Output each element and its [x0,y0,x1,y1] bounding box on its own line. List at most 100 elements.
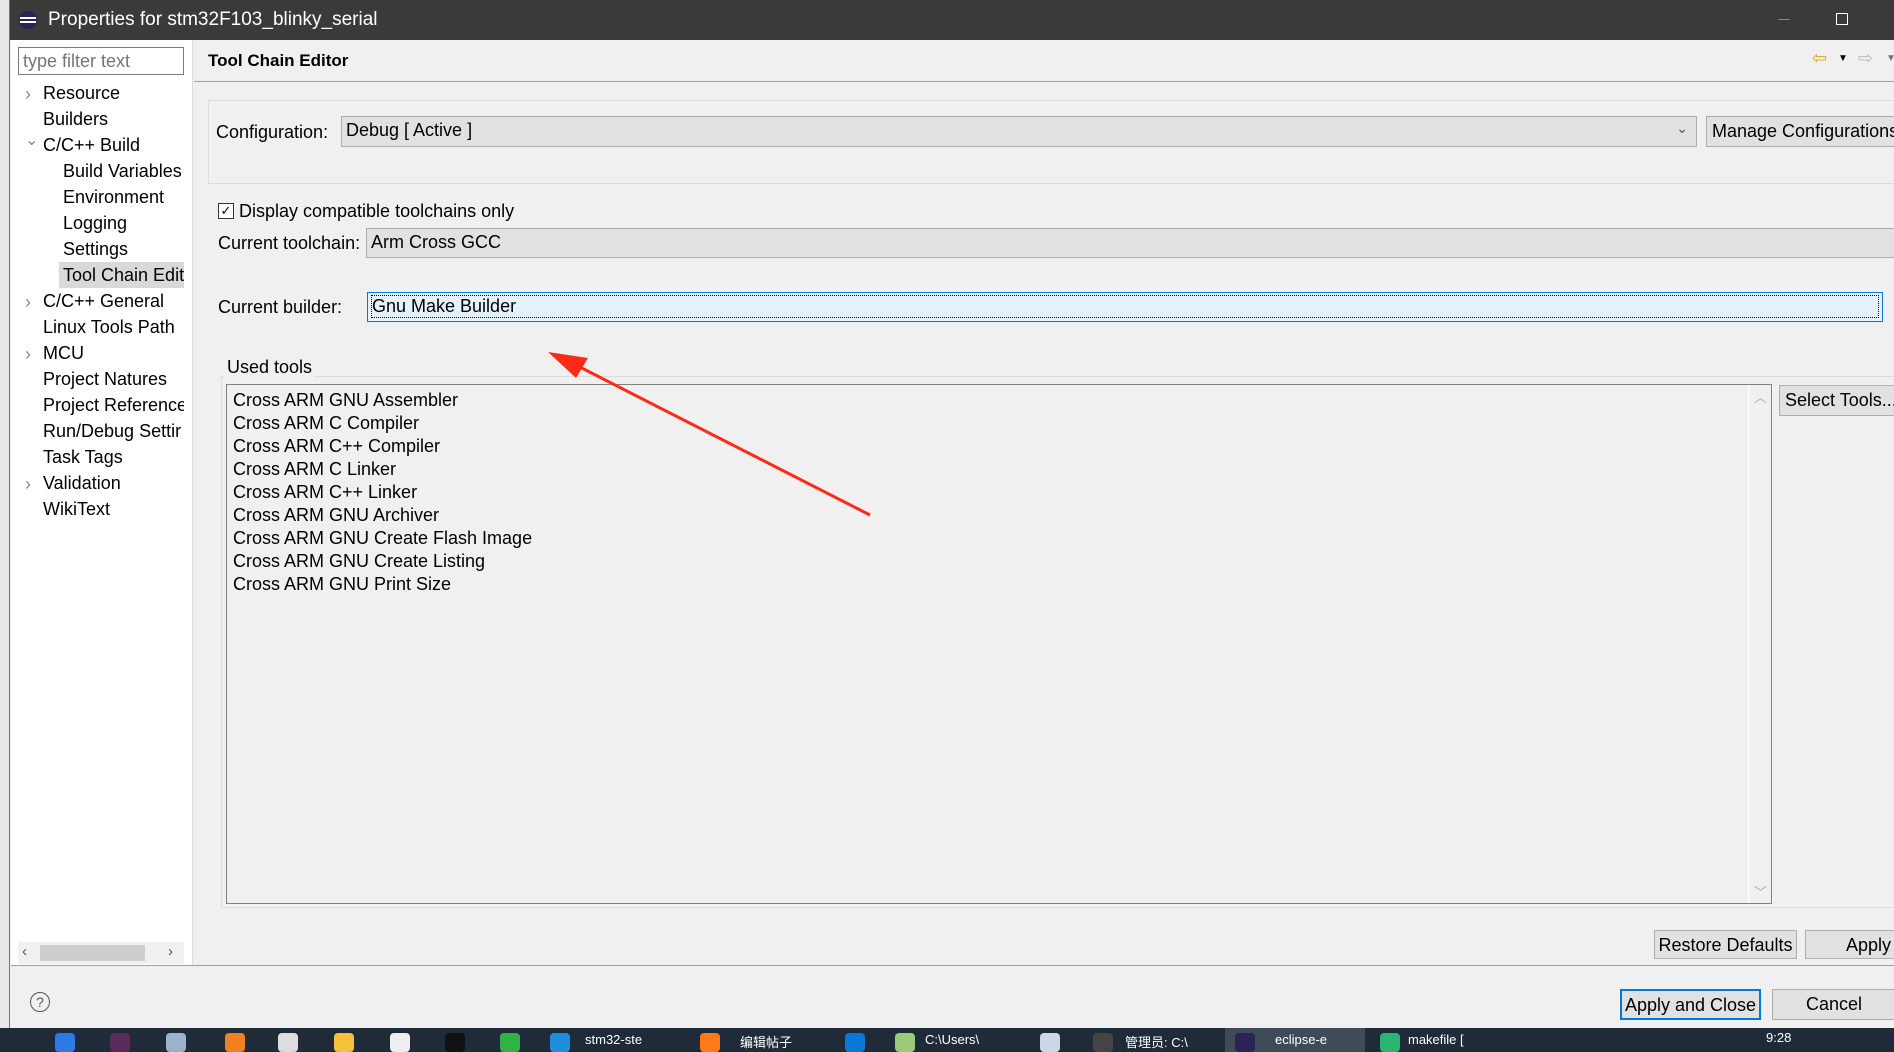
forward-icon[interactable]: ⇨ [1858,48,1873,69]
taskbar-app-icon[interactable] [700,1033,720,1052]
sidebar-item-label: Resource [43,83,121,103]
taskbar-app-icon[interactable] [1040,1033,1060,1052]
maximize-icon[interactable] [1836,13,1848,25]
sidebar-item[interactable]: Project Natures [43,366,184,392]
restore-defaults-button[interactable]: Restore Defaults [1654,930,1797,959]
used-tool-item[interactable]: Cross ARM GNU Assembler [233,390,458,411]
sidebar-item[interactable]: Task Tags [43,444,184,470]
sidebar-item-label: C/C++ General [43,291,165,311]
sidebar-item[interactable]: MCU [43,340,184,366]
taskbar-app-icon[interactable] [1235,1033,1255,1052]
used-tools-list[interactable]: Cross ARM GNU Assembler Cross ARM C Compi… [226,384,1772,904]
taskbar-app-icon[interactable] [895,1033,915,1052]
used-tool-item[interactable]: Cross ARM C Compiler [233,413,419,434]
chevron-down-icon[interactable]: ⌄ [25,130,38,150]
used-tool-item[interactable]: Cross ARM GNU Archiver [233,505,439,526]
sidebar-item-label: Settings [63,239,129,259]
sidebar-item[interactable]: C/C++ General [43,288,184,314]
taskbar-app-icon[interactable] [845,1033,865,1052]
arrow-head [548,352,588,378]
scroll-up-icon[interactable]: ︿ [1754,387,1767,406]
taskbar-item-label[interactable]: 编辑帖子 [740,1032,820,1051]
taskbar-app-icon[interactable] [55,1033,75,1052]
compatible-toolchains-label: Display compatible toolchains only [239,201,515,221]
back-menu-icon[interactable]: ▼ [1838,53,1848,64]
apply-and-close-button[interactable]: Apply and Close [1620,989,1761,1020]
taskbar-item-label[interactable]: makefile [ [1408,1032,1488,1047]
taskbar-app-icon[interactable] [500,1033,520,1052]
sidebar-item[interactable]: Build Variables [59,158,184,184]
taskbar-app-icon[interactable] [550,1033,570,1052]
sidebar-item[interactable]: Run/Debug Settir [43,418,184,444]
sidebar-item-label: MCU [43,343,84,363]
scroll-right-icon[interactable]: › [168,943,173,960]
sidebar-item-label: Project Natures [43,369,168,389]
sidebar-item[interactable]: Tool Chain Edit [59,262,184,288]
sidebar-item[interactable]: Builders [43,106,184,132]
sidebar-item[interactable]: Project Reference [43,392,184,418]
taskbar-app-icon[interactable] [390,1033,410,1052]
chevron-right-icon[interactable]: › [25,474,31,495]
sidebar-item[interactable]: Linux Tools Path [43,314,184,340]
taskbar-item-label[interactable]: eclipse-e [1275,1032,1355,1047]
title-bar: Properties for stm32F103_blinky_serial [10,0,1894,40]
back-icon[interactable]: ⇦ [1812,48,1827,69]
help-icon[interactable]: ? [30,992,50,1012]
sidebar-item[interactable]: C/C++ Build [43,132,184,158]
toolchain-select[interactable]: Arm Cross GCC [366,228,1894,258]
taskbar-app-icon[interactable] [278,1033,298,1052]
sidebar-item[interactable]: Environment [59,184,184,210]
taskbar-app-icon[interactable] [1093,1033,1113,1052]
sidebar-item-label: Task Tags [43,447,123,467]
sidebar-item[interactable]: Resource [43,80,184,106]
taskbar-app-icon[interactable] [334,1033,354,1052]
chevron-down-icon: ⌄ [1676,120,1688,136]
sidebar-item-label: Build Variables [63,161,182,181]
taskbar: stm32-ste 编辑帖子 C:\Users\ 管理员: C:\ eclipse-e m… [0,1028,1894,1052]
used-tool-item[interactable]: Cross ARM C++ Compiler [233,436,440,457]
chevron-right-icon[interactable]: › [25,292,31,313]
taskbar-item-label[interactable]: C:\Users\ [925,1032,1005,1047]
used-tools-label: Used tools [225,357,315,378]
taskbar-app-icon[interactable] [1380,1033,1400,1052]
used-tool-item[interactable]: Cross ARM GNU Create Listing [233,551,485,572]
sidebar-item-label: Linux Tools Path [43,317,175,337]
filter-input[interactable] [18,47,184,75]
toolchain-label: Current toolchain: [218,233,361,253]
sidebar-item[interactable]: WikiText [43,496,184,522]
chevron-right-icon[interactable]: › [25,84,31,105]
apply-button[interactable]: Apply [1805,930,1894,959]
scroll-down-icon[interactable]: ﹀ [1754,882,1767,901]
manage-configurations-button[interactable]: Manage Configurations... [1706,116,1894,147]
taskbar-app-icon[interactable] [110,1033,130,1052]
sidebar-item[interactable]: Validation [43,470,184,496]
scrollbar-thumb[interactable] [40,945,145,961]
taskbar-clock[interactable]: 9:28 [1766,1030,1791,1045]
compatible-toolchains-checkbox[interactable]: ✓ [218,203,234,219]
sidebar-item-label: Tool Chain Edit [63,265,184,285]
forward-menu-icon[interactable]: ▼ [1886,53,1894,64]
taskbar-item-label[interactable]: 管理员: C:\ [1125,1032,1205,1051]
taskbar-app-icon[interactable] [445,1033,465,1052]
used-tool-item[interactable]: Cross ARM GNU Print Size [233,574,451,595]
minimize-icon[interactable] [1778,19,1790,20]
configuration-label: Configuration: [216,122,329,142]
select-tools-button[interactable]: Select Tools... [1779,385,1894,416]
sidebar-item[interactable]: Logging [59,210,184,236]
used-tool-item[interactable]: Cross ARM GNU Create Flash Image [233,528,532,549]
scroll-left-icon[interactable]: ‹ [22,943,27,960]
used-tool-item[interactable]: Cross ARM C++ Linker [233,482,417,503]
cancel-button[interactable]: Cancel [1772,989,1894,1020]
background-window [0,0,10,1028]
sidebar-item-label: C/C++ Build [43,135,141,155]
configuration-select[interactable]: Debug [ Active ] ⌄ [341,116,1697,147]
sidebar-item-label: Logging [63,213,128,233]
builder-select[interactable]: Gnu Make Builder [367,292,1883,322]
taskbar-item-label[interactable]: stm32-ste [585,1032,665,1047]
used-tool-item[interactable]: Cross ARM C Linker [233,459,396,480]
chevron-right-icon[interactable]: › [25,344,31,365]
list-scrollbar[interactable]: ︿ ﹀ [1748,385,1770,903]
sidebar-item[interactable]: Settings [59,236,184,262]
taskbar-app-icon[interactable] [225,1033,245,1052]
taskbar-app-icon[interactable] [166,1033,186,1052]
